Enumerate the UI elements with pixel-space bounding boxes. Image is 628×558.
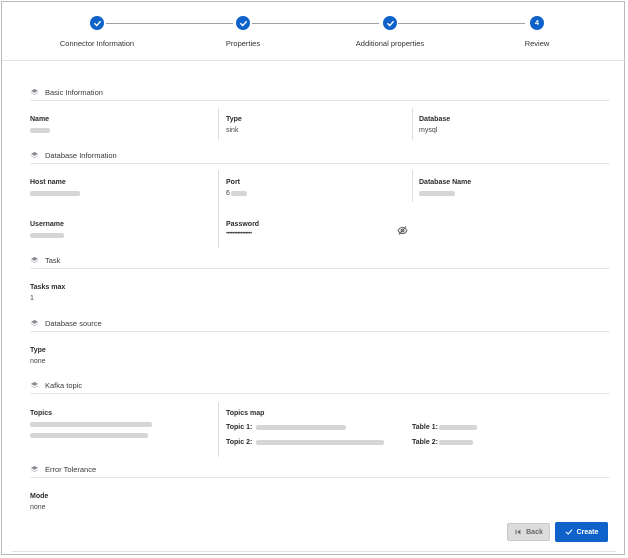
column-divider bbox=[218, 170, 219, 248]
topic-2-label: Topic 2: bbox=[226, 439, 253, 446]
first-page-icon bbox=[515, 529, 521, 535]
tasks-max-label: Tasks max bbox=[30, 284, 66, 291]
divider bbox=[30, 477, 610, 478]
database-name-label: Database Name bbox=[419, 179, 472, 186]
topic-2-value-redacted bbox=[256, 440, 384, 445]
section-title: Database Information bbox=[45, 150, 117, 160]
section-database-source: Database source bbox=[30, 317, 102, 329]
step-2-check-icon[interactable] bbox=[236, 16, 250, 30]
layers-icon bbox=[30, 256, 39, 263]
section-database-information: Database Information bbox=[30, 149, 117, 161]
divider bbox=[30, 100, 610, 101]
step-3-check-icon[interactable] bbox=[383, 16, 397, 30]
section-kafka-topic: Kafka topic bbox=[30, 379, 82, 391]
step-connector bbox=[398, 23, 525, 24]
divider bbox=[30, 331, 610, 332]
column-divider bbox=[412, 108, 413, 140]
topics-map-label: Topics map bbox=[226, 410, 265, 417]
topic-1-label: Topic 1: bbox=[226, 424, 253, 431]
table-1-value-redacted bbox=[439, 425, 477, 430]
layers-icon bbox=[30, 319, 39, 326]
database-name-value-redacted bbox=[419, 191, 455, 196]
name-value-redacted bbox=[30, 128, 50, 133]
username-label: Username bbox=[30, 221, 64, 228]
step-1-check-icon[interactable] bbox=[90, 16, 104, 30]
password-label: Password bbox=[226, 221, 260, 228]
mode-value: none bbox=[30, 504, 46, 511]
layers-icon bbox=[30, 151, 39, 158]
wizard-frame: 4 Connector Information Properties Addit… bbox=[1, 1, 626, 555]
section-title: Task bbox=[45, 255, 61, 265]
host-name-value-redacted bbox=[30, 191, 80, 196]
divider bbox=[30, 268, 610, 269]
step-label-review[interactable]: Review bbox=[525, 39, 550, 48]
step-label-additional-properties[interactable]: Additional properties bbox=[356, 39, 424, 48]
section-basic-information: Basic Information bbox=[30, 86, 103, 98]
stepper: 4 Connector Information Properties Addit… bbox=[2, 2, 626, 61]
back-button-label: Back bbox=[526, 528, 543, 536]
column-divider bbox=[412, 170, 413, 202]
database-value: mysql bbox=[419, 127, 438, 134]
port-label: Port bbox=[226, 179, 240, 186]
type-label: Type bbox=[226, 116, 242, 123]
tasks-max-value: 1 bbox=[30, 295, 34, 302]
back-button[interactable]: Back bbox=[507, 523, 550, 541]
layers-icon bbox=[30, 381, 39, 388]
column-divider bbox=[218, 108, 219, 140]
layers-icon bbox=[30, 465, 39, 472]
database-label: Database bbox=[419, 116, 451, 123]
topic-1-value-redacted bbox=[256, 425, 346, 430]
password-value: •••••••••••••••• bbox=[226, 231, 252, 237]
footer-divider bbox=[12, 551, 616, 552]
section-title: Database source bbox=[45, 318, 102, 328]
topics-value-redacted bbox=[30, 433, 148, 438]
source-type-label: Type bbox=[30, 347, 46, 354]
section-title: Basic Information bbox=[45, 87, 103, 97]
section-task: Task bbox=[30, 254, 60, 266]
column-divider bbox=[218, 402, 219, 457]
divider bbox=[30, 163, 610, 164]
table-2-label: Table 2: bbox=[412, 439, 438, 446]
table-2-value-redacted bbox=[439, 440, 473, 445]
source-type-value: none bbox=[30, 358, 46, 365]
section-error-tolerance: Error Tolerance bbox=[30, 463, 96, 475]
step-connector bbox=[106, 23, 233, 24]
host-name-label: Host name bbox=[30, 179, 66, 186]
create-button-label: Create bbox=[576, 528, 599, 536]
username-value-redacted bbox=[30, 233, 64, 238]
mode-label: Mode bbox=[30, 493, 49, 500]
step-label-properties[interactable]: Properties bbox=[226, 39, 260, 48]
check-icon bbox=[565, 529, 572, 535]
type-value: sink bbox=[226, 127, 239, 134]
step-label-connector-information[interactable]: Connector Information bbox=[60, 39, 134, 48]
name-label: Name bbox=[30, 116, 50, 123]
section-title: Kafka topic bbox=[45, 380, 83, 390]
eye-off-icon[interactable] bbox=[397, 225, 408, 236]
step-connector bbox=[252, 23, 379, 24]
port-value-redacted bbox=[231, 191, 247, 196]
step-4-number[interactable]: 4 bbox=[530, 16, 544, 30]
section-title: Error Tolerance bbox=[45, 464, 97, 474]
topics-value-redacted bbox=[30, 422, 152, 427]
divider bbox=[30, 393, 610, 394]
create-button[interactable]: Create bbox=[555, 522, 608, 542]
layers-icon bbox=[30, 88, 39, 95]
port-value-prefix: 6 bbox=[226, 190, 230, 197]
topics-label: Topics bbox=[30, 410, 53, 417]
table-1-label: Table 1: bbox=[412, 424, 438, 431]
